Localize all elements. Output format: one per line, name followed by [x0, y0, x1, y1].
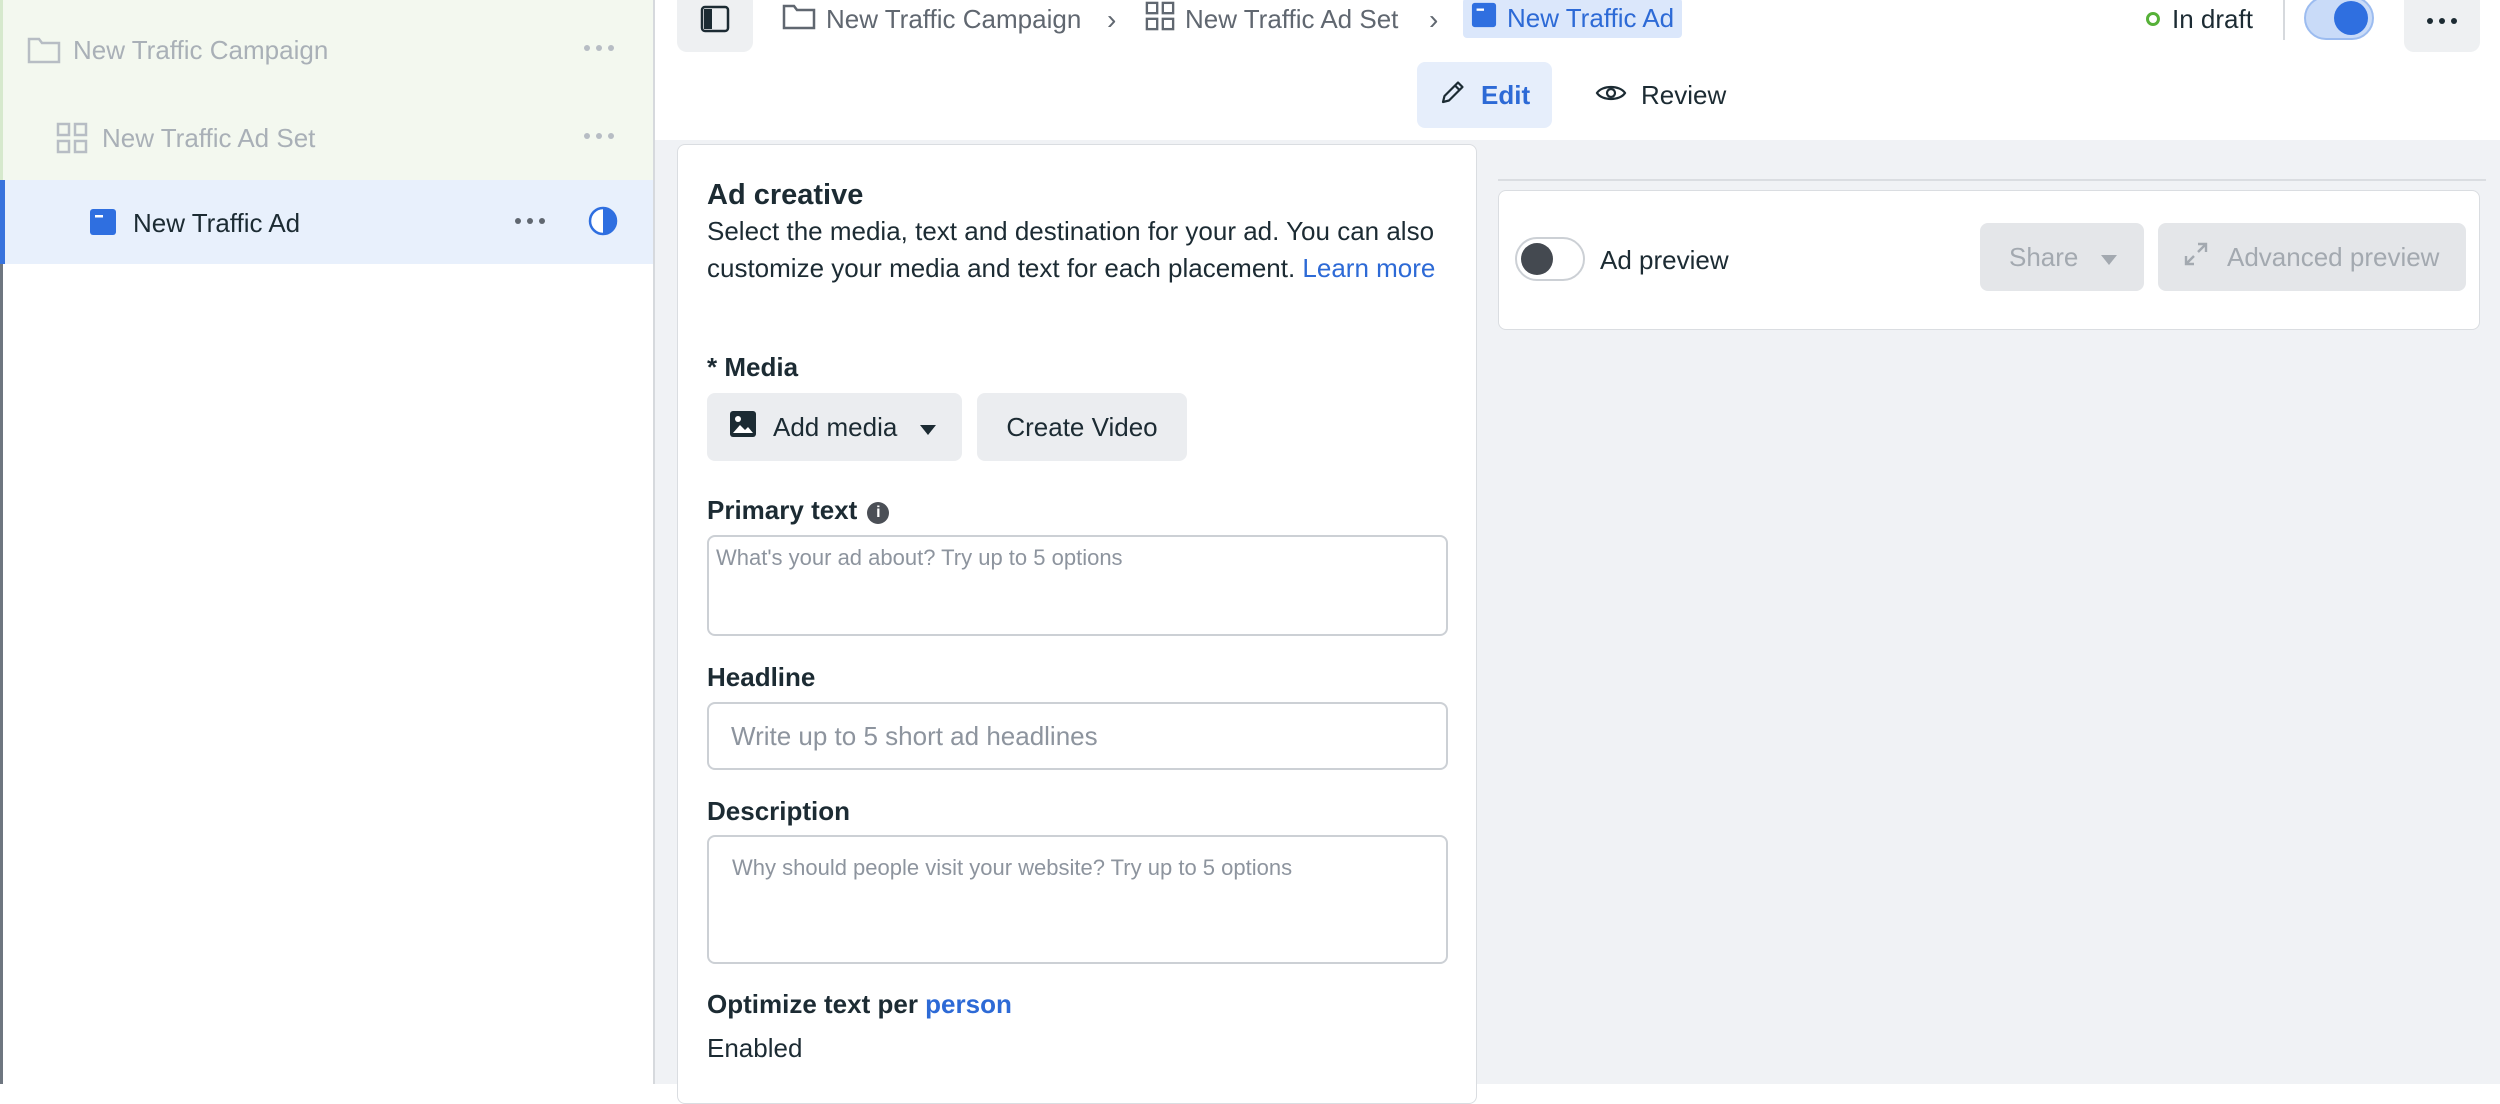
optimize-text-label-text: Optimize text per: [707, 989, 918, 1019]
campaign-tree: New Traffic Campaign New Traffic Ad Set …: [0, 0, 655, 1084]
ad-preview-label: Ad preview: [1600, 245, 1729, 275]
status-indicator: In draft: [2146, 0, 2253, 38]
primary-text-input[interactable]: [707, 535, 1448, 636]
description-input[interactable]: [707, 835, 1448, 964]
folder-icon: [782, 2, 816, 37]
folder-icon: [27, 34, 61, 64]
divider: [2283, 0, 2285, 40]
optimize-text-label: Optimize text per person: [707, 989, 1012, 1020]
headline-input[interactable]: [707, 702, 1448, 770]
expand-icon: [2183, 241, 2209, 274]
tree-item-label: New Traffic Campaign: [73, 35, 329, 65]
create-video-button[interactable]: Create Video: [977, 393, 1187, 461]
advanced-preview-button[interactable]: Advanced preview: [2158, 223, 2466, 291]
ad-creative-card: Ad creative Select the media, text and d…: [677, 144, 1477, 1104]
add-media-button[interactable]: Add media: [707, 393, 962, 461]
optimize-person-link[interactable]: person: [925, 989, 1012, 1019]
tree-item-adset[interactable]: New Traffic Ad Set: [0, 96, 653, 180]
tree-item-campaign[interactable]: New Traffic Campaign: [0, 0, 653, 96]
delivery-status-icon[interactable]: [587, 205, 619, 237]
tree-item-label: New Traffic Ad Set: [102, 123, 316, 153]
primary-text-label: Primary text i: [707, 495, 890, 526]
status-label: In draft: [2172, 3, 2253, 34]
more-options-icon: [2427, 18, 2457, 24]
more-options-icon[interactable]: [515, 218, 545, 224]
tab-label: Edit: [1481, 79, 1531, 110]
caret-down-icon: [919, 412, 937, 443]
more-options-icon[interactable]: [584, 45, 614, 51]
more-actions-button[interactable]: [2404, 0, 2480, 52]
header: New Traffic Campaign › New Traffic Ad Se…: [655, 0, 2500, 140]
headline-label: Headline: [707, 662, 816, 692]
breadcrumb-label: New Traffic Ad Set: [1185, 3, 1399, 34]
toggle-sidebar-button[interactable]: [677, 0, 753, 52]
ad-on-off-toggle[interactable]: [2304, 0, 2374, 40]
status-dot-icon: [2146, 12, 2160, 26]
more-options-icon[interactable]: [584, 133, 614, 139]
sidebar-panel-icon: [700, 5, 730, 38]
description-label: Description: [707, 796, 851, 826]
grid-icon: [56, 122, 88, 154]
pencil-icon: [1439, 78, 1467, 113]
share-label: Share: [2009, 241, 2079, 272]
divider: [1498, 179, 2486, 181]
media-label: * Media: [707, 352, 799, 382]
advanced-preview-label: Advanced preview: [2227, 241, 2440, 272]
info-icon[interactable]: i: [867, 502, 890, 524]
editor-workspace: Ad creative Select the media, text and d…: [655, 140, 2500, 1104]
breadcrumb-label: New Traffic Ad: [1507, 2, 1675, 33]
breadcrumb-ad[interactable]: New Traffic Ad: [1463, 0, 1683, 38]
ad-preview-toggle[interactable]: [1515, 237, 1585, 281]
breadcrumb-campaign[interactable]: New Traffic Campaign: [782, 0, 1081, 38]
section-title: Ad creative: [707, 179, 864, 211]
optimize-text-value: Enabled: [707, 1033, 803, 1063]
image-icon: [729, 410, 757, 445]
chevron-right-icon: ›: [1429, 4, 1439, 35]
tree-item-ad[interactable]: New Traffic Ad: [0, 180, 653, 264]
toggle-knob: [2334, 1, 2368, 35]
tab-review[interactable]: Review: [1573, 62, 1748, 128]
section-description: Select the media, text and destination f…: [707, 213, 1447, 287]
ad-icon: [89, 208, 117, 236]
learn-more-link[interactable]: Learn more: [1302, 253, 1435, 283]
breadcrumb-adset[interactable]: New Traffic Ad Set: [1145, 0, 1398, 38]
eye-icon: [1595, 80, 1627, 111]
ad-icon: [1471, 2, 1497, 35]
add-media-label: Add media: [773, 411, 898, 442]
tree-item-label: New Traffic Ad: [133, 208, 301, 238]
primary-text-label-text: Primary text: [707, 495, 858, 525]
caret-down-icon: [2100, 242, 2118, 273]
toggle-knob: [1521, 243, 1553, 275]
breadcrumb-label: New Traffic Campaign: [826, 3, 1082, 34]
tab-edit[interactable]: Edit: [1417, 62, 1553, 128]
chevron-right-icon: ›: [1107, 4, 1117, 35]
grid-icon: [1145, 1, 1175, 38]
ad-preview-panel: Ad preview Share Advanced preview: [1498, 190, 2480, 330]
share-button[interactable]: Share: [1980, 223, 2144, 291]
tab-label: Review: [1641, 79, 1727, 110]
